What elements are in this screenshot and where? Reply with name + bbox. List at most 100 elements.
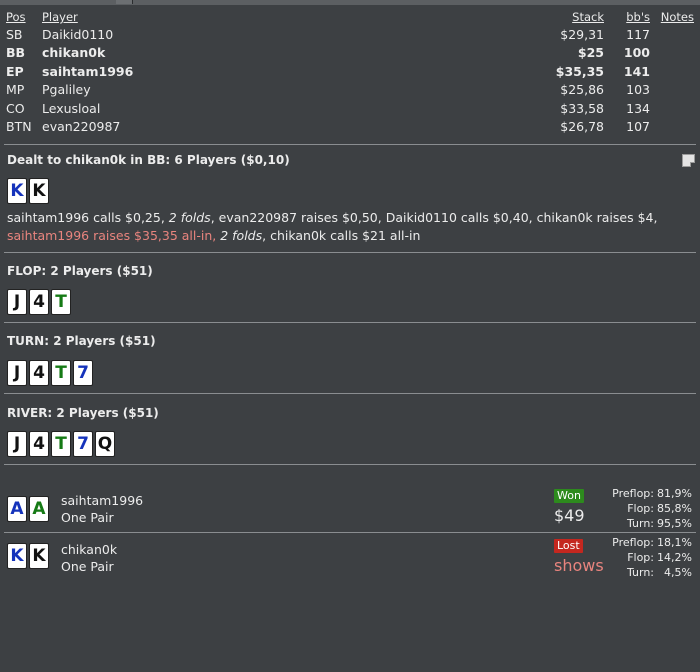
player-name: chikan0k (42, 45, 106, 61)
action-folds: 2 folds (220, 228, 263, 243)
header-player[interactable]: Player (42, 10, 524, 25)
header-notes[interactable]: Notes (652, 10, 698, 25)
equity-label: Turn: (626, 517, 654, 530)
player-pos: BTN (6, 119, 32, 135)
winner-hand: One Pair (61, 510, 114, 525)
playing-card: 4 (29, 289, 49, 315)
header-bbs[interactable]: bb's (604, 10, 652, 25)
header-stack[interactable]: Stack (524, 10, 604, 25)
divider (4, 252, 696, 253)
player-name: evan220987 (42, 119, 121, 135)
player-pos: BB (6, 45, 26, 61)
toolbar-tab[interactable] (116, 0, 133, 4)
playing-card: T (51, 289, 71, 315)
player-stack: $29,31 (560, 26, 604, 42)
playing-card: A (7, 496, 27, 522)
equity-value: 14,2% (657, 551, 692, 564)
playing-card: J (7, 360, 27, 386)
winner-name: saihtam1996 (61, 493, 144, 508)
action-allin: saihtam1996 raises $35,35 all-in, (7, 228, 217, 243)
playing-card: A (29, 496, 49, 522)
player-bbs: 100 (623, 45, 650, 61)
won-amount: $49 (554, 506, 585, 525)
flop-cards: J4T (7, 289, 71, 315)
player-pos: CO (6, 100, 25, 116)
divider (4, 144, 696, 145)
river-cards: J4T7Q (7, 431, 115, 457)
loser-hand: One Pair (61, 559, 114, 574)
playing-card: T (51, 431, 71, 457)
player-name: Daikid0110 (42, 26, 114, 42)
player-pos: MP (6, 82, 25, 98)
flop-title: FLOP: 2 Players ($51) (7, 264, 153, 278)
equity-value: 81,9% (657, 487, 692, 500)
player-stack: $25,86 (560, 82, 604, 98)
player-notes (652, 62, 698, 81)
playing-card: K (7, 178, 27, 204)
preflop-title: Dealt to chikan0k in BB: 6 Players ($0,1… (7, 153, 290, 167)
equity-value: 85,8% (657, 502, 692, 515)
playing-card: 7 (73, 431, 93, 457)
player-pos: SB (6, 26, 23, 42)
turn-title: TURN: 2 Players ($51) (7, 334, 156, 348)
playing-card: J (7, 289, 27, 315)
divider (4, 532, 696, 533)
player-row[interactable]: CO Lexusloal $33,58 134 (2, 99, 698, 118)
lost-shows: shows (554, 556, 604, 575)
turn-cards: J4T7 (7, 360, 93, 386)
player-bbs: 107 (626, 119, 650, 135)
equity-value: 95,5% (657, 517, 692, 530)
equity-label: Preflop: (612, 487, 654, 500)
player-notes (652, 99, 698, 118)
player-bbs: 117 (626, 26, 650, 42)
player-stack: $25 (577, 45, 604, 61)
river-title: RIVER: 2 Players ($51) (7, 406, 159, 420)
header-pos[interactable]: Pos (2, 10, 42, 25)
won-badge: Won (554, 489, 584, 503)
note-icon[interactable] (682, 154, 695, 167)
equity-value: 4,5% (664, 566, 692, 579)
equity-value: 18,1% (657, 536, 692, 549)
top-toolbar (0, 0, 700, 5)
action-part: , chikan0k calls $21 all-in (262, 228, 421, 243)
player-notes (652, 25, 698, 44)
divider (4, 464, 696, 465)
loser-name: chikan0k (61, 542, 118, 557)
player-notes (652, 44, 698, 63)
player-notes (652, 81, 698, 100)
result-row-loser: KK chikan0k One Pair Lost shows Preflop:… (0, 535, 700, 579)
players-table: Pos Player Stack bb's Notes SB Daikid0110… (2, 10, 698, 136)
player-bbs: 103 (626, 82, 650, 98)
playing-card: J (7, 431, 27, 457)
player-row[interactable]: SB Daikid0110 $29,31 117 (2, 25, 698, 44)
player-row[interactable]: EP saihtam1996 $35,35 141 (2, 62, 698, 81)
equity-label: Turn: (626, 566, 654, 579)
player-name: Lexusloal (42, 100, 101, 116)
action-folds: 2 folds (168, 210, 211, 225)
playing-card: K (29, 178, 49, 204)
player-pos: EP (6, 63, 24, 79)
player-stack: $35,35 (555, 63, 604, 79)
playing-card: T (51, 360, 71, 386)
playing-card: 7 (73, 360, 93, 386)
players-header-row: Pos Player Stack bb's Notes (2, 10, 698, 25)
playing-card: K (7, 543, 27, 569)
player-row[interactable]: MP Pgaliley $25,86 103 (2, 81, 698, 100)
hole-cards: KK (7, 178, 49, 204)
winner-cards: AA (7, 496, 49, 522)
player-name: saihtam1996 (42, 63, 134, 79)
playing-card: K (29, 543, 49, 569)
result-row-winner: AA saihtam1996 One Pair Won $49 Preflop:… (0, 486, 700, 530)
equity-label: Flop: (627, 551, 654, 564)
action-part: , evan220987 raises $0,50, Daikid0110 ca… (210, 210, 658, 225)
loser-cards: KK (7, 543, 49, 569)
player-stack: $33,58 (560, 100, 604, 116)
divider (4, 393, 696, 394)
player-name: Pgaliley (42, 82, 91, 98)
player-stack: $26,78 (560, 119, 604, 135)
playing-card: 4 (29, 431, 49, 457)
player-row[interactable]: BB chikan0k $25 100 (2, 44, 698, 63)
player-row[interactable]: BTN evan220987 $26,78 107 (2, 118, 698, 137)
playing-card: 4 (29, 360, 49, 386)
player-bbs: 134 (626, 100, 650, 116)
